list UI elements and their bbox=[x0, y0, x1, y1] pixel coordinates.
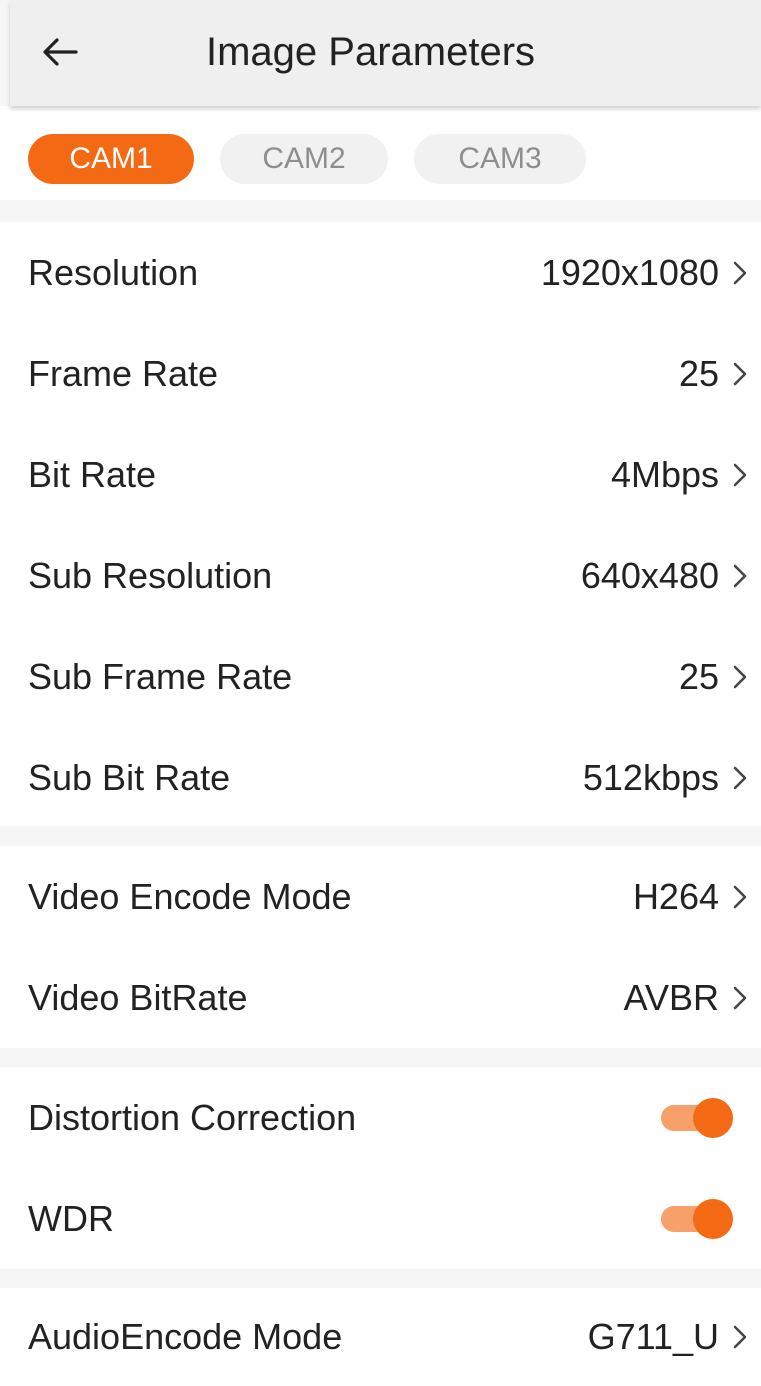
row-label: Sub Resolution bbox=[28, 554, 273, 596]
sub-resolution-row[interactable]: Sub Resolution 640x480 bbox=[0, 525, 761, 626]
toggle-knob bbox=[693, 1097, 733, 1138]
chevron-right-icon bbox=[733, 885, 747, 909]
chevron-right-icon bbox=[733, 564, 747, 588]
row-label: WDR bbox=[28, 1197, 114, 1239]
row-value: 4Mbps bbox=[610, 453, 719, 495]
chevron-right-icon bbox=[733, 1325, 747, 1349]
row-label: Sub Frame Rate bbox=[28, 655, 293, 697]
sub-frame-rate-row[interactable]: Sub Frame Rate 25 bbox=[0, 626, 761, 727]
row-value: G711_U bbox=[587, 1316, 719, 1357]
toggle-knob bbox=[693, 1198, 733, 1239]
row-value: 1920x1080 bbox=[540, 251, 719, 293]
wdr-row: WDR bbox=[0, 1168, 761, 1269]
encode-settings-section: Video Encode Mode H264 Video BitRate AVB… bbox=[0, 846, 761, 1048]
row-value: 640x480 bbox=[580, 554, 719, 596]
arrow-left-icon bbox=[43, 38, 78, 66]
row-label: Video BitRate bbox=[28, 976, 248, 1018]
chevron-right-icon bbox=[733, 665, 747, 689]
tab-cam2[interactable]: CAM2 bbox=[220, 134, 388, 184]
app-header: Image Parameters bbox=[10, 0, 761, 106]
video-encode-mode-row[interactable]: Video Encode Mode H264 bbox=[0, 846, 761, 947]
chevron-right-icon bbox=[733, 766, 747, 790]
chevron-right-icon bbox=[733, 463, 747, 487]
camera-tabs: CAM1 CAM2 CAM3 bbox=[0, 106, 761, 200]
row-label: AudioEncode Mode bbox=[28, 1316, 343, 1357]
video-bitrate-row[interactable]: Video BitRate AVBR bbox=[0, 947, 761, 1048]
audio-encode-mode-row[interactable]: AudioEncode Mode G711_U bbox=[0, 1288, 761, 1386]
sub-bit-rate-row[interactable]: Sub Bit Rate 512kbps bbox=[0, 727, 761, 828]
audio-settings-section: AudioEncode Mode G711_U bbox=[0, 1288, 761, 1386]
row-label: Sub Bit Rate bbox=[28, 756, 231, 798]
page-title: Image Parameters bbox=[206, 30, 536, 74]
distortion-correction-row: Distortion Correction bbox=[0, 1067, 761, 1168]
row-value: 25 bbox=[678, 655, 719, 697]
frame-rate-row[interactable]: Frame Rate 25 bbox=[0, 323, 761, 424]
chevron-right-icon bbox=[733, 362, 747, 386]
row-label: Frame Rate bbox=[28, 352, 219, 394]
resolution-row[interactable]: Resolution 1920x1080 bbox=[0, 222, 761, 323]
row-value: 25 bbox=[678, 352, 719, 394]
row-label: Resolution bbox=[28, 251, 199, 293]
distortion-correction-toggle[interactable] bbox=[661, 1097, 733, 1138]
bit-rate-row[interactable]: Bit Rate 4Mbps bbox=[0, 424, 761, 525]
tab-cam1[interactable]: CAM1 bbox=[28, 134, 194, 184]
toggle-settings-section: Distortion Correction WDR bbox=[0, 1067, 761, 1269]
row-value: H264 bbox=[632, 875, 719, 917]
stream-settings-section: Resolution 1920x1080 Frame Rate 25 Bit R… bbox=[0, 222, 761, 826]
row-label: Distortion Correction bbox=[28, 1096, 357, 1138]
row-label: Video Encode Mode bbox=[28, 875, 352, 917]
chevron-right-icon bbox=[733, 986, 747, 1010]
wdr-toggle[interactable] bbox=[661, 1198, 733, 1239]
chevron-right-icon bbox=[733, 261, 747, 285]
row-value: 512kbps bbox=[582, 756, 719, 798]
row-value: AVBR bbox=[623, 976, 719, 1018]
row-label: Bit Rate bbox=[28, 453, 157, 495]
back-button[interactable] bbox=[34, 26, 86, 78]
tab-cam3[interactable]: CAM3 bbox=[414, 134, 586, 184]
